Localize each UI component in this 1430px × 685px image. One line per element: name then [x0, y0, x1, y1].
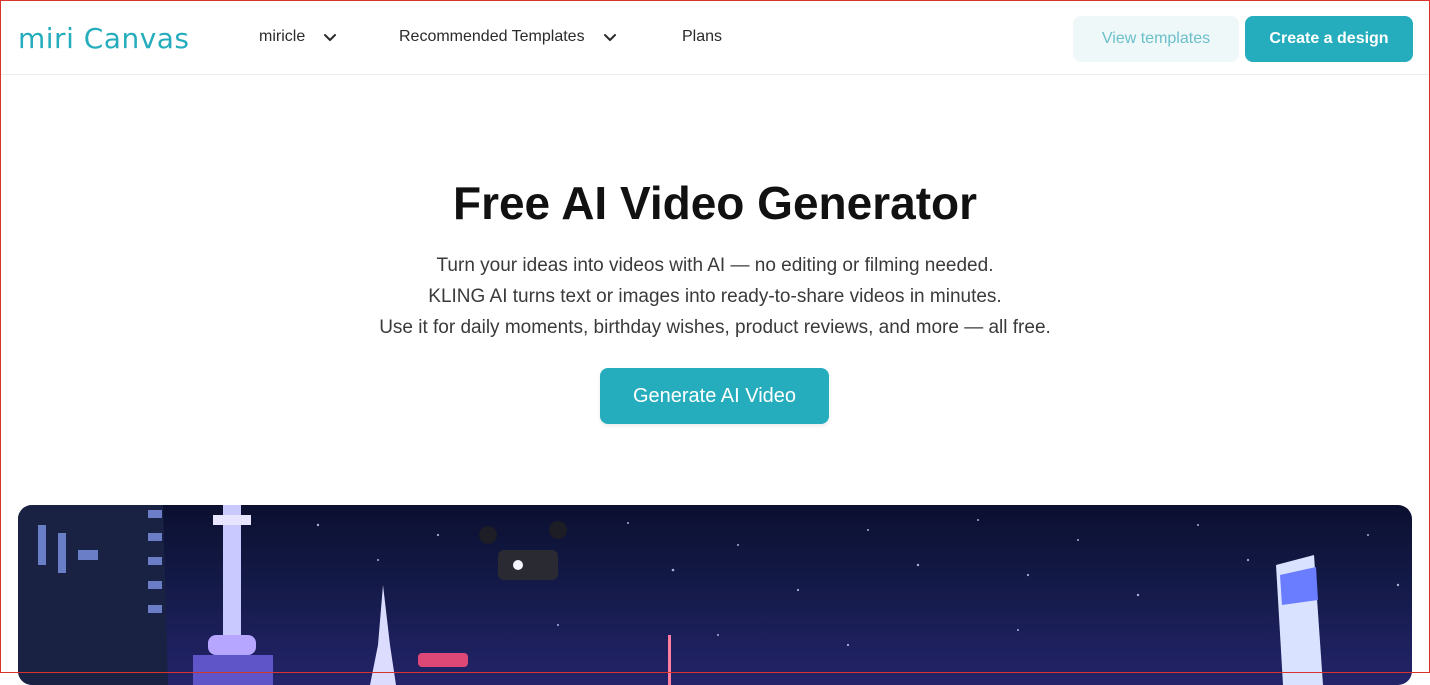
hero-description-line-3: Use it for daily moments, birthday wishe…: [379, 317, 1051, 338]
hero-description-line-1: Turn your ideas into videos with AI — no…: [436, 255, 994, 276]
nav-recommended-templates-label: Recommended Templates: [399, 28, 585, 45]
nav-miricle-label: miricle: [259, 28, 306, 45]
create-design-button[interactable]: Create a design: [1245, 16, 1413, 62]
view-templates-button[interactable]: View templates: [1073, 16, 1239, 62]
nav-miricle[interactable]: miricle: [259, 28, 337, 46]
miricanvas-logo[interactable]: miri Canvas: [18, 21, 218, 55]
page-title: Free AI Video Generator: [452, 177, 978, 229]
right-skyscraper: [1276, 555, 1323, 685]
night-city-illustration: [18, 505, 1400, 685]
chevron-down-icon: [324, 34, 337, 41]
tv-tower: [193, 505, 273, 685]
antenna: [668, 635, 671, 685]
drone: [479, 521, 567, 580]
top-navigation-bar: miri Canvas miricle Recommended Template…: [1, 1, 1429, 75]
stars: [316, 519, 1400, 647]
neon-sign: [418, 653, 468, 667]
generate-ai-video-button[interactable]: Generate AI Video: [600, 368, 829, 424]
logo-text: miri Canvas: [18, 22, 190, 55]
hero-description-line-2: KLING AI turns text or images into ready…: [428, 286, 1002, 307]
spire-building: [370, 585, 396, 685]
nav-plans-label: Plans: [682, 28, 723, 45]
video-preview[interactable]: [18, 505, 1412, 685]
chevron-down-icon: [603, 34, 616, 41]
nav-recommended-templates[interactable]: Recommended Templates: [399, 28, 617, 46]
nav-plans[interactable]: Plans: [682, 28, 722, 46]
left-skyscraper: [18, 505, 168, 685]
